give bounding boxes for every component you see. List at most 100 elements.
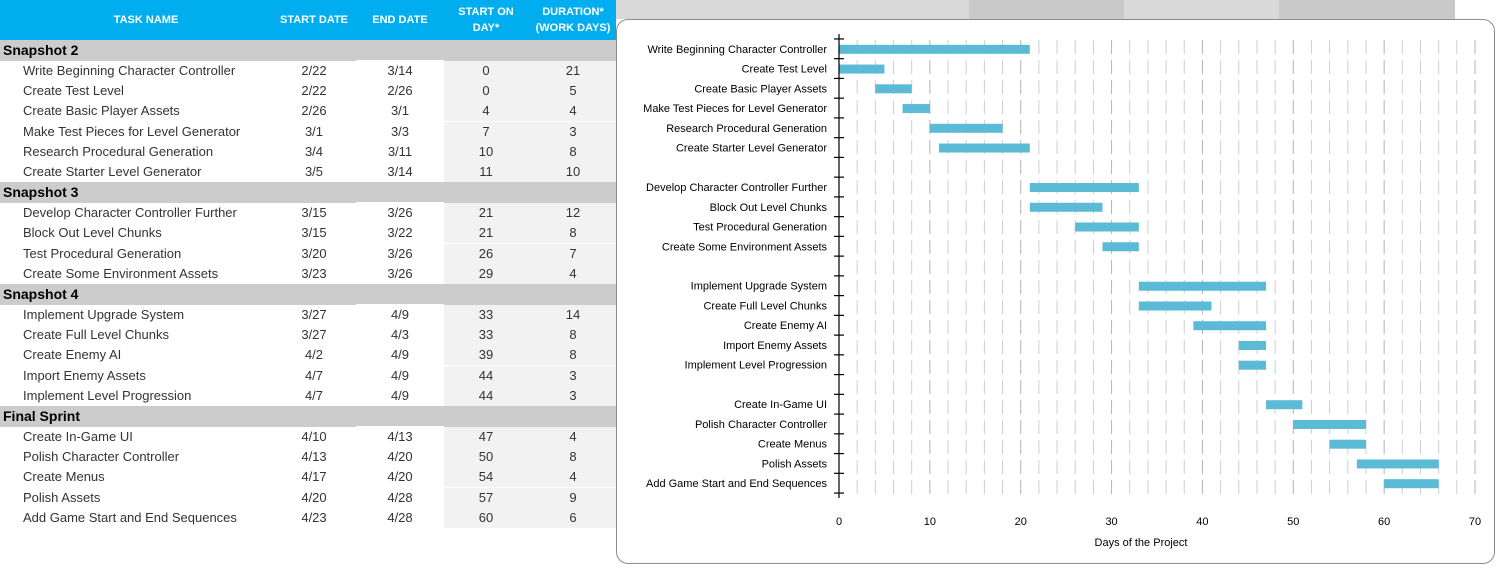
end-date-cell[interactable]: 4/20: [362, 467, 438, 487]
group-header[interactable]: Final Sprint: [0, 406, 616, 427]
start-date-cell[interactable]: 3/27: [278, 325, 350, 345]
table-row[interactable]: Create Test Level 2/22 2/26 0 5: [0, 81, 616, 102]
task-name-cell[interactable]: Create Full Level Chunks: [23, 325, 283, 345]
end-date-cell[interactable]: 4/20: [362, 447, 438, 467]
task-name-cell[interactable]: Create In-Game UI: [23, 427, 283, 447]
duration-cell[interactable]: 14: [530, 305, 616, 325]
duration-cell[interactable]: 8: [530, 345, 616, 365]
duration-cell[interactable]: 7: [530, 244, 616, 264]
group-header[interactable]: Snapshot 4: [0, 284, 616, 305]
duration-cell[interactable]: 10: [530, 162, 616, 182]
duration-cell[interactable]: 8: [530, 447, 616, 467]
duration-cell[interactable]: 8: [530, 325, 616, 345]
duration-cell[interactable]: 4: [530, 264, 616, 284]
start-day-cell[interactable]: 10: [444, 142, 528, 162]
duration-cell[interactable]: 3: [530, 122, 616, 142]
task-name-cell[interactable]: Make Test Pieces for Level Generator: [23, 122, 283, 142]
table-row[interactable]: Create In-Game UI 4/10 4/13 47 4: [0, 427, 616, 447]
start-date-cell[interactable]: 4/17: [278, 467, 350, 487]
task-name-cell[interactable]: Write Beginning Character Controller: [23, 61, 283, 81]
task-name-cell[interactable]: Develop Character Controller Further: [23, 203, 283, 223]
header-end-date[interactable]: END DATE: [362, 0, 438, 40]
start-day-cell[interactable]: 33: [444, 325, 528, 345]
start-day-cell[interactable]: 11: [444, 162, 528, 182]
end-date-cell[interactable]: 4/3: [362, 325, 438, 345]
start-day-cell[interactable]: 60: [444, 508, 528, 528]
task-name-cell[interactable]: Create Test Level: [23, 81, 283, 101]
start-date-cell[interactable]: 3/27: [278, 305, 350, 325]
start-date-cell[interactable]: 4/13: [278, 447, 350, 467]
end-date-cell[interactable]: 4/28: [362, 488, 438, 508]
start-day-cell[interactable]: 57: [444, 488, 528, 508]
task-name-cell[interactable]: Test Procedural Generation: [23, 244, 283, 264]
start-date-cell[interactable]: 3/15: [278, 223, 350, 243]
duration-cell[interactable]: 12: [530, 203, 616, 223]
start-day-cell[interactable]: 54: [444, 467, 528, 487]
duration-cell[interactable]: 8: [530, 142, 616, 162]
duration-cell[interactable]: 6: [530, 508, 616, 528]
start-date-cell[interactable]: 3/23: [278, 264, 350, 284]
task-name-cell[interactable]: Create Starter Level Generator: [23, 162, 283, 182]
start-day-cell[interactable]: 44: [444, 386, 528, 406]
task-name-cell[interactable]: Polish Assets: [23, 488, 283, 508]
start-day-cell[interactable]: 33: [444, 305, 528, 325]
table-row[interactable]: Create Starter Level Generator 3/5 3/14 11 1…: [0, 162, 616, 182]
start-day-cell[interactable]: 21: [444, 223, 528, 243]
table-row[interactable]: Develop Character Controller Further 3/15…: [0, 203, 616, 224]
table-row[interactable]: Research Procedural Generation 3/4 3/11 10 8: [0, 141, 616, 162]
task-name-cell[interactable]: Create Basic Player Assets: [23, 101, 283, 121]
end-date-cell[interactable]: 3/14: [362, 162, 438, 182]
start-date-cell[interactable]: 3/20: [278, 244, 350, 264]
task-name-cell[interactable]: Create Menus: [23, 467, 283, 487]
start-date-cell[interactable]: 4/20: [278, 488, 350, 508]
duration-cell[interactable]: 4: [530, 467, 616, 487]
table-row[interactable]: Create Basic Player Assets 2/26 3/1 4 4: [0, 101, 616, 122]
start-date-cell[interactable]: 4/23: [278, 508, 350, 528]
table-row[interactable]: Create Full Level Chunks 3/27 4/3 33 8: [0, 325, 616, 346]
start-day-cell[interactable]: 4: [444, 101, 528, 121]
duration-cell[interactable]: 4: [530, 427, 616, 447]
duration-cell[interactable]: 21: [530, 61, 616, 81]
end-date-cell[interactable]: 4/9: [362, 366, 438, 386]
table-row[interactable]: Implement Level Progression 4/7 4/9 44 3: [0, 385, 616, 406]
duration-cell[interactable]: 9: [530, 488, 616, 508]
task-name-cell[interactable]: Research Procedural Generation: [23, 142, 283, 162]
start-day-cell[interactable]: 50: [444, 447, 528, 467]
gantt-chart-panel[interactable]: Write Beginning Character Controller Crea…: [616, 19, 1495, 564]
task-name-cell[interactable]: Import Enemy Assets: [23, 366, 283, 386]
end-date-cell[interactable]: 3/26: [362, 264, 438, 284]
group-header[interactable]: Snapshot 2: [0, 40, 616, 61]
start-date-cell[interactable]: 3/15: [278, 203, 350, 223]
duration-cell[interactable]: 3: [530, 386, 616, 406]
duration-cell[interactable]: 8: [530, 223, 616, 243]
table-row[interactable]: Implement Upgrade System 3/27 4/9 33 14: [0, 305, 616, 325]
header-start-on-day[interactable]: START ON DAY*: [444, 0, 528, 40]
start-day-cell[interactable]: 0: [444, 61, 528, 81]
table-row[interactable]: Polish Character Controller 4/13 4/20 50 8: [0, 447, 616, 468]
end-date-cell[interactable]: 3/14: [362, 61, 438, 81]
start-day-cell[interactable]: 47: [444, 427, 528, 447]
header-start-date[interactable]: START DATE: [278, 0, 350, 40]
end-date-cell[interactable]: 4/9: [362, 345, 438, 365]
header-task-name[interactable]: TASK NAME: [0, 0, 292, 40]
duration-cell[interactable]: 5: [530, 81, 616, 101]
duration-cell[interactable]: 4: [530, 101, 616, 121]
end-date-cell[interactable]: 4/9: [362, 305, 438, 325]
start-day-cell[interactable]: 39: [444, 345, 528, 365]
table-row[interactable]: Create Enemy AI 4/2 4/9 39 8: [0, 345, 616, 366]
table-row[interactable]: Polish Assets 4/20 4/28 57 9: [0, 487, 616, 508]
start-date-cell[interactable]: 2/22: [278, 81, 350, 101]
task-name-cell[interactable]: Add Game Start and End Sequences: [23, 508, 283, 528]
end-date-cell[interactable]: 4/13: [362, 427, 438, 447]
end-date-cell[interactable]: 2/26: [362, 81, 438, 101]
end-date-cell[interactable]: 3/26: [362, 244, 438, 264]
end-date-cell[interactable]: 3/22: [362, 223, 438, 243]
end-date-cell[interactable]: 3/26: [362, 203, 438, 223]
start-day-cell[interactable]: 7: [444, 122, 528, 142]
task-name-cell[interactable]: Block Out Level Chunks: [23, 223, 283, 243]
end-date-cell[interactable]: 4/28: [362, 508, 438, 528]
start-date-cell[interactable]: 3/1: [278, 122, 350, 142]
header-duration[interactable]: DURATION* (WORK DAYS): [530, 0, 616, 40]
start-day-cell[interactable]: 29: [444, 264, 528, 284]
start-date-cell[interactable]: 3/5: [278, 162, 350, 182]
